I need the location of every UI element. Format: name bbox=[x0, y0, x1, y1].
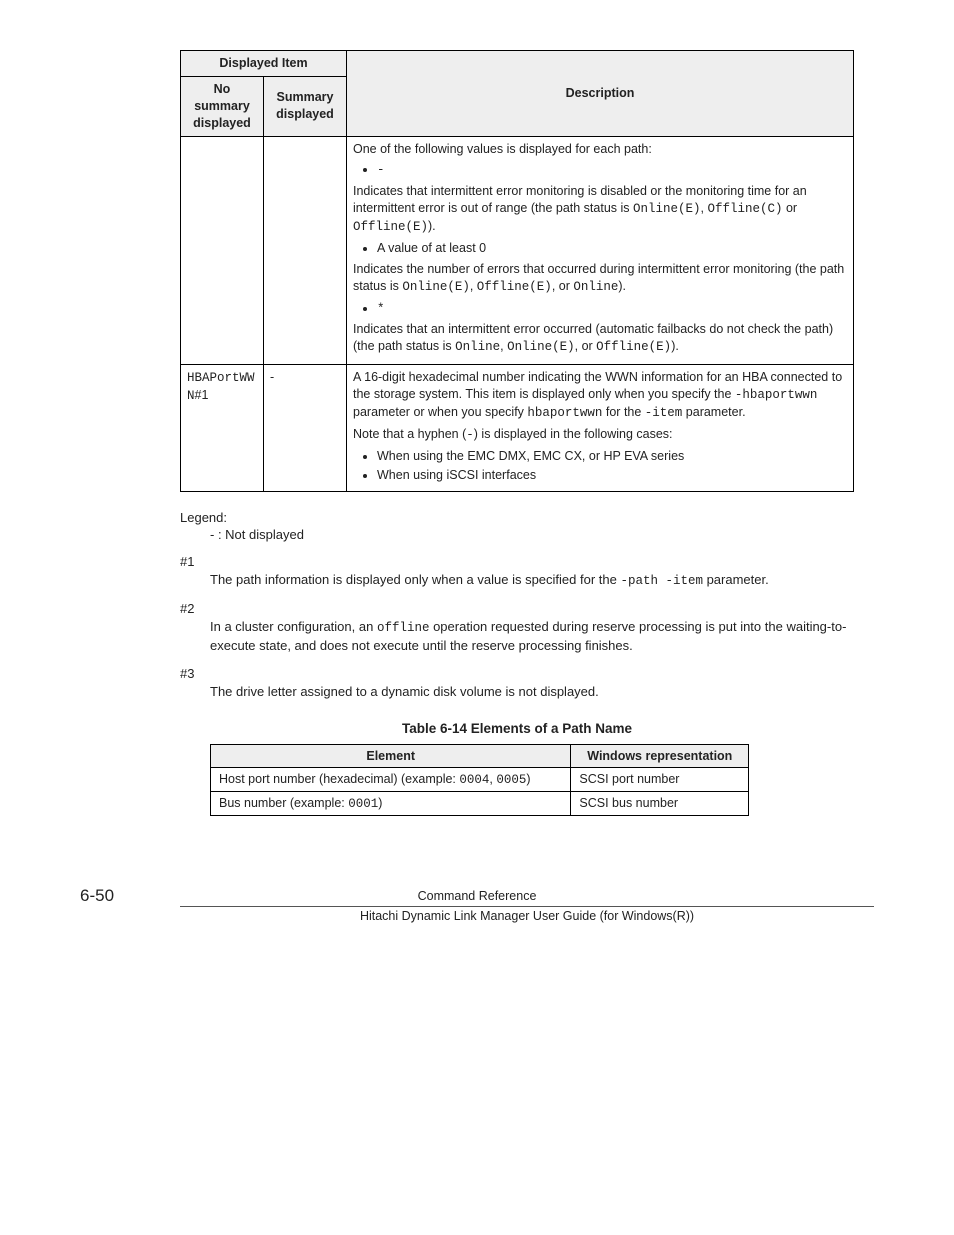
bullet-star: * bbox=[377, 300, 847, 318]
th-no-summary: No summary displayed bbox=[181, 76, 264, 136]
page-number: 6-50 bbox=[80, 886, 180, 906]
table-row: Bus number (example: 0001) SCSI bus numb… bbox=[211, 791, 749, 815]
note-2-body: In a cluster configuration, an offline o… bbox=[210, 618, 854, 656]
list-item: When using iSCSI interfaces bbox=[377, 467, 847, 484]
page-footer: 6-50 Command Reference Hitachi Dynamic L… bbox=[80, 886, 874, 923]
elem-h2: Windows representation bbox=[571, 744, 749, 767]
list-item: When using the EMC DMX, EMC CX, or HP EV… bbox=[377, 448, 847, 465]
displayed-item-table: Displayed Item Description No summary di… bbox=[180, 50, 854, 492]
elements-table: Element Windows representation Host port… bbox=[210, 744, 749, 816]
bullet-dash-desc: Indicates that intermittent error monito… bbox=[353, 183, 847, 236]
footer-center: Command Reference bbox=[180, 889, 774, 906]
table2-caption: Table 6-14 Elements of a Path Name bbox=[180, 721, 854, 736]
elem-h1: Element bbox=[211, 744, 571, 767]
row1-intro: One of the following values is displayed… bbox=[353, 141, 847, 158]
th-description: Description bbox=[347, 51, 854, 137]
row2-col2: - bbox=[264, 365, 347, 492]
note-2-header: #2 bbox=[180, 601, 854, 616]
row2-desc: A 16-digit hexadecimal number indicating… bbox=[347, 365, 854, 492]
bullet-dash: - bbox=[377, 161, 847, 179]
legend-title: Legend: bbox=[180, 510, 854, 525]
note-3-body: The drive letter assigned to a dynamic d… bbox=[210, 683, 854, 701]
bullet-value-desc: Indicates the number of errors that occu… bbox=[353, 261, 847, 296]
th-displayed-item: Displayed Item bbox=[181, 51, 347, 77]
row1-tail: Indicates that an intermittent error occ… bbox=[353, 321, 847, 356]
table-row: One of the following values is displayed… bbox=[181, 136, 854, 365]
note-3-header: #3 bbox=[180, 666, 854, 681]
table-row: Host port number (hexadecimal) (example:… bbox=[211, 767, 749, 791]
row2-col1: HBAPortWW N#1 bbox=[181, 365, 264, 492]
legend-body: - : Not displayed bbox=[210, 527, 854, 542]
table-row: HBAPortWW N#1 - A 16-digit hexadecimal n… bbox=[181, 365, 854, 492]
footer-sub: Hitachi Dynamic Link Manager User Guide … bbox=[180, 909, 874, 923]
th-summary: Summary displayed bbox=[264, 76, 347, 136]
bullet-value: A value of at least 0 bbox=[377, 240, 847, 257]
note-1-body: The path information is displayed only w… bbox=[210, 571, 854, 591]
note-1-header: #1 bbox=[180, 554, 854, 569]
